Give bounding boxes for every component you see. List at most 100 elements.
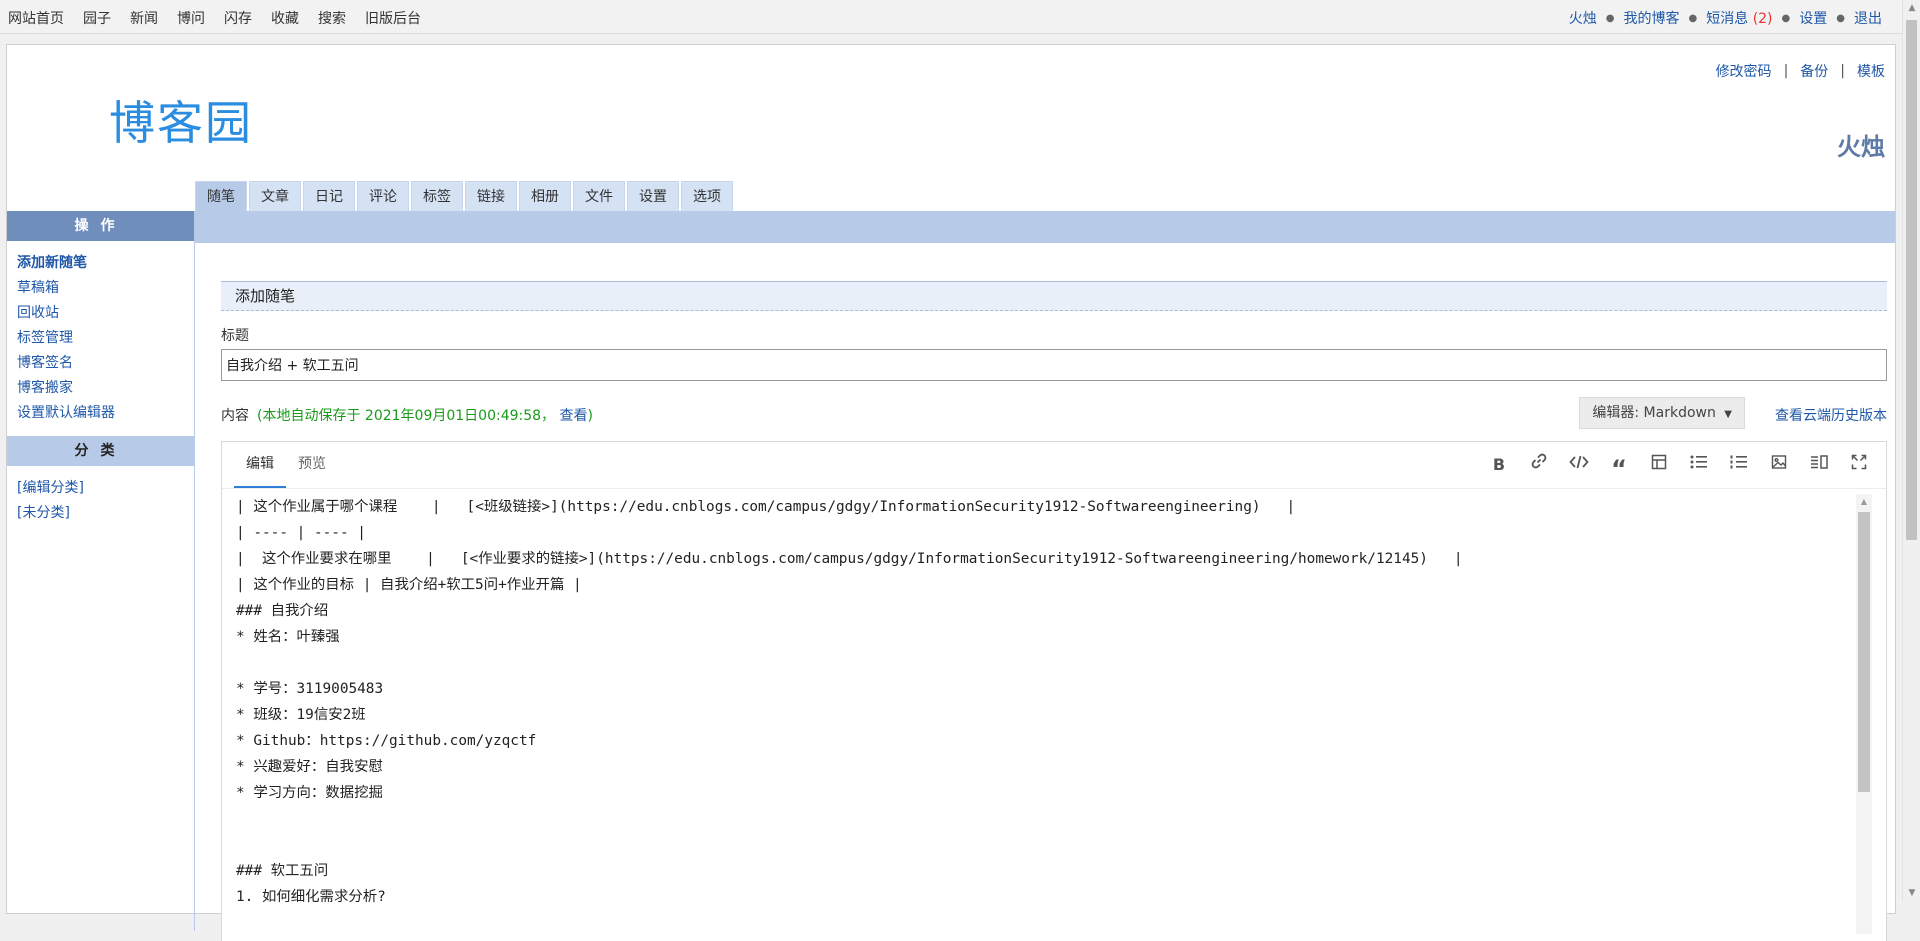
- change-password-link[interactable]: 修改密码: [1716, 61, 1772, 81]
- tab-files[interactable]: 文件: [573, 181, 625, 211]
- sidebar-item-tag-management[interactable]: 标签管理: [17, 330, 73, 346]
- scroll-down-icon[interactable]: ▼: [1903, 885, 1920, 902]
- nav-qa[interactable]: 博问: [177, 8, 205, 28]
- separator: |: [1783, 63, 1789, 79]
- quote-icon[interactable]: “: [1604, 452, 1634, 483]
- markdown-textarea[interactable]: | 这个作业属于哪个课程 | [<班级链接>](https://edu.cnbl…: [236, 494, 1836, 934]
- page-scrollbar[interactable]: ▲ ▼: [1902, 0, 1920, 902]
- markdown-editor: 编辑 预览 B “ | 这个作业属于哪个课程 | [<班级链接>](https:…: [221, 441, 1887, 941]
- operations-list: 添加新随笔 草稿箱 回收站 标签管理 博客签名 博客搬家 设置默认编辑器: [7, 241, 194, 436]
- code-line: | 这个作业属于哪个课程 | [<班级链接>](https://edu.cnbl…: [236, 499, 1296, 515]
- sidebar-item-uncategorized[interactable]: [未分类]: [17, 505, 70, 521]
- sidebar-item-drafts[interactable]: 草稿箱: [17, 280, 59, 296]
- sidebar-item-add-post[interactable]: 添加新随笔: [17, 255, 87, 271]
- code-line: * Github：https://github.com/yzqctf: [236, 733, 537, 749]
- tab-options[interactable]: 选项: [681, 181, 733, 211]
- content-label-row: 内容 (本地自动保存于 2021年09月01日00:49:58， 查看): [221, 405, 593, 425]
- admin-frame: 博客园 修改密码 | 备份 | 模板 火烛 随笔 文章 日记 评论 标签 链接 …: [6, 44, 1896, 941]
- tab-comments[interactable]: 评论: [357, 181, 409, 211]
- sidebar-item-default-editor[interactable]: 设置默认编辑器: [17, 405, 115, 421]
- nav-flash[interactable]: 闪存: [224, 8, 252, 28]
- autosave-close: ): [587, 408, 593, 424]
- split-view-icon[interactable]: [1804, 452, 1834, 478]
- tab-diary[interactable]: 日记: [303, 181, 355, 211]
- nav-yuanzi[interactable]: 园子: [83, 8, 111, 28]
- scroll-up-icon[interactable]: ▲: [1903, 0, 1920, 17]
- separator-dot: ●: [1605, 12, 1615, 24]
- code-line: | ---- | ---- |: [236, 525, 366, 541]
- editor-scrollbar[interactable]: ▲: [1856, 494, 1872, 934]
- list-item: 设置默认编辑器: [17, 401, 194, 426]
- tab-edit[interactable]: 编辑: [234, 442, 286, 488]
- bold-icon[interactable]: B: [1484, 452, 1514, 478]
- ordered-list-icon[interactable]: [1724, 452, 1754, 478]
- settings-link[interactable]: 设置: [1799, 8, 1827, 28]
- backup-link[interactable]: 备份: [1800, 61, 1828, 81]
- sidebar-item-recycle-bin[interactable]: 回收站: [17, 305, 59, 321]
- sidebar-item-edit-categories[interactable]: [编辑分类]: [17, 480, 84, 496]
- separator-dot: ●: [1781, 12, 1791, 24]
- categories-list: [编辑分类] [未分类]: [7, 466, 194, 536]
- sidebar-item-blog-migration[interactable]: 博客搬家: [17, 380, 73, 396]
- code-line: ### 软工五问: [236, 863, 329, 879]
- admin-tabs: 随笔 文章 日记 评论 标签 链接 相册 文件 设置 选项: [195, 181, 735, 211]
- site-logo[interactable]: 博客园: [109, 87, 253, 153]
- template-link[interactable]: 模板: [1857, 61, 1885, 81]
- unordered-list-icon[interactable]: [1684, 452, 1714, 478]
- code-line: ### 自我介绍: [236, 603, 329, 619]
- nav-search[interactable]: 搜索: [318, 8, 346, 28]
- logout-link[interactable]: 退出: [1854, 8, 1882, 28]
- list-item: [未分类]: [17, 501, 194, 526]
- nav-favorites[interactable]: 收藏: [271, 8, 299, 28]
- editor-select-label: 编辑器: Markdown: [1592, 405, 1716, 421]
- sidebar: 操作 添加新随笔 草稿箱 回收站 标签管理 博客签名 博客搬家 设置默认编辑器 …: [7, 211, 195, 931]
- title-input[interactable]: [221, 349, 1887, 381]
- list-item: 博客签名: [17, 351, 194, 376]
- my-blog-link[interactable]: 我的博客: [1624, 8, 1680, 28]
- sidebar-item-blog-signature[interactable]: 博客签名: [17, 355, 73, 371]
- tab-links[interactable]: 链接: [465, 181, 517, 211]
- list-item: 博客搬家: [17, 376, 194, 401]
- editor-toolbar: B “: [1484, 452, 1874, 483]
- user-nav: 火烛 ● 我的博客 ● 短消息 (2) ● 设置 ● 退出: [1569, 8, 1882, 28]
- editor-select-dropdown[interactable]: 编辑器: Markdown ▼: [1579, 397, 1745, 429]
- cloud-history-link[interactable]: 查看云端历史版本: [1775, 405, 1887, 425]
- tab-settings[interactable]: 设置: [627, 181, 679, 211]
- editor-divider: [222, 488, 1886, 489]
- chevron-down-icon: ▼: [1724, 409, 1732, 420]
- code-line: * 班级：19信安2班: [236, 707, 366, 723]
- autosave-view-link[interactable]: 查看: [560, 408, 588, 424]
- image-icon[interactable]: [1764, 452, 1794, 478]
- tab-album[interactable]: 相册: [519, 181, 571, 211]
- page-scroll-thumb[interactable]: [1906, 20, 1917, 540]
- fullscreen-icon[interactable]: [1844, 452, 1874, 478]
- categories-header: 分类: [7, 436, 194, 466]
- nav-old-admin[interactable]: 旧版后台: [365, 8, 421, 28]
- user-name-link[interactable]: 火烛: [1569, 8, 1597, 28]
- tab-posts[interactable]: 随笔: [195, 181, 247, 211]
- messages-link[interactable]: 短消息 (2): [1706, 8, 1772, 28]
- tab-preview[interactable]: 预览: [286, 442, 338, 488]
- blog-owner-name: 火烛: [1837, 133, 1885, 161]
- top-navbar: 网站首页 园子 新闻 博问 闪存 收藏 搜索 旧版后台 火烛 ● 我的博客 ● …: [0, 0, 1902, 34]
- tab-tags[interactable]: 标签: [411, 181, 463, 211]
- separator: |: [1840, 63, 1845, 79]
- code-line: * 姓名：叶臻强: [236, 629, 340, 645]
- link-icon[interactable]: [1524, 452, 1554, 478]
- table-icon[interactable]: [1644, 452, 1674, 478]
- site-nav: 网站首页 园子 新闻 博问 闪存 收藏 搜索 旧版后台: [8, 8, 440, 28]
- scroll-up-icon[interactable]: ▲: [1856, 494, 1872, 510]
- code-icon[interactable]: [1564, 452, 1594, 478]
- nav-news[interactable]: 新闻: [130, 8, 158, 28]
- editor-tabs: 编辑 预览: [234, 442, 338, 488]
- code-line: * 学号：3119005483: [236, 681, 384, 697]
- nav-home[interactable]: 网站首页: [8, 8, 64, 28]
- editor-scroll-thumb[interactable]: [1858, 512, 1870, 792]
- title-label: 标题: [221, 328, 249, 344]
- tab-articles[interactable]: 文章: [249, 181, 301, 211]
- code-line: | 这个作业的目标 | 自我介绍+软工5问+作业开篇 |: [236, 577, 582, 593]
- separator-dot: ●: [1688, 12, 1698, 24]
- main-content: 添加随笔 标题 内容 (本地自动保存于 2021年09月01日00:49:58， …: [221, 281, 1887, 941]
